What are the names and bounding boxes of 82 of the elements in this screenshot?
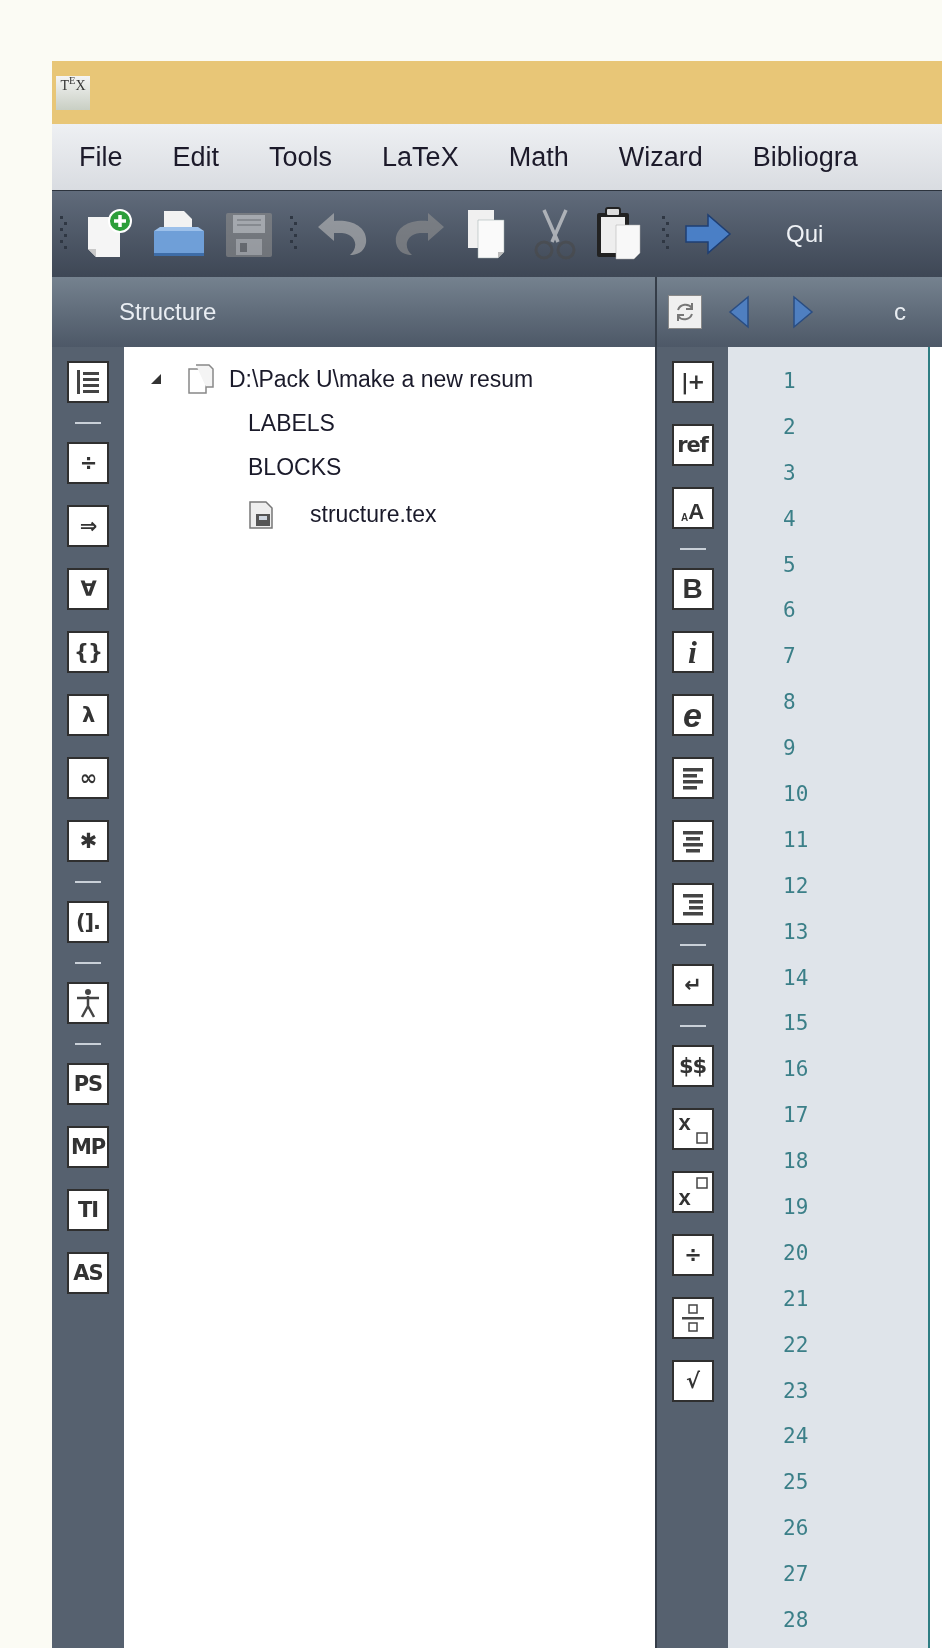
symbol-button[interactable]: PS — [67, 1063, 109, 1105]
symbol-button[interactable]: ∞ — [67, 757, 109, 799]
line-number: 25 — [783, 1469, 810, 1497]
fraction-button[interactable] — [671, 1297, 714, 1339]
align-button[interactable] — [671, 757, 714, 799]
line-number: 5 — [783, 551, 797, 579]
menu-item[interactable]: Math — [508, 136, 569, 178]
line-number: 12 — [783, 872, 810, 900]
line-number: 20 — [783, 1239, 810, 1267]
superscript-button[interactable]: x — [671, 1171, 714, 1213]
line-number: 1 — [783, 368, 797, 395]
refresh-button[interactable] — [668, 295, 702, 329]
line-number: 19 — [783, 1194, 810, 1222]
symbol-button[interactable]: ⇒ — [67, 505, 109, 547]
symbol-button[interactable]: $$ — [671, 1045, 714, 1087]
subscript-button[interactable]: x — [671, 1108, 714, 1150]
list-button[interactable] — [67, 361, 109, 403]
symbol-button[interactable]: ref — [671, 424, 714, 466]
menu-item[interactable]: Edit — [172, 136, 220, 178]
symbol-button[interactable]: MP — [67, 1126, 109, 1168]
align-button[interactable] — [671, 820, 714, 862]
symbol-button[interactable]: |+ — [671, 361, 714, 403]
line-number: 27 — [783, 1561, 810, 1589]
menu-item[interactable]: Tools — [269, 136, 333, 178]
symbol-button[interactable]: {} — [67, 631, 109, 673]
line-number: 15 — [783, 1010, 810, 1038]
file-icon — [248, 498, 276, 530]
line-number: 9 — [783, 735, 797, 763]
line-number: 4 — [783, 505, 797, 533]
documents-icon — [186, 363, 216, 395]
line-number: 7 — [783, 643, 797, 671]
italic-button[interactable]: i — [671, 631, 714, 673]
font-size-button[interactable]: AA — [671, 487, 714, 529]
line-number: 26 — [783, 1515, 810, 1543]
line-number: 23 — [783, 1377, 810, 1405]
line-number: 18 — [783, 1148, 810, 1176]
list-icon — [74, 368, 102, 396]
menu-item[interactable]: File — [79, 136, 123, 178]
symbol-button[interactable]: ÷ — [67, 442, 109, 484]
symbol-button[interactable]: ↵ — [671, 964, 714, 1006]
tree-item[interactable]: LABELS — [248, 405, 335, 441]
symbol-button[interactable]: (]. — [67, 901, 109, 943]
symbol-button[interactable]: TI — [67, 1189, 109, 1231]
line-number: 24 — [783, 1423, 810, 1451]
quick-build-label: Qui — [786, 219, 824, 249]
symbol-button[interactable]: √ — [671, 1360, 714, 1402]
symbol-button[interactable]: AS — [67, 1252, 109, 1294]
editor-tab-label[interactable]: c — [894, 294, 906, 330]
menu-item[interactable]: Wizard — [618, 136, 703, 178]
line-number: 2 — [783, 413, 797, 441]
line-number: 3 — [783, 459, 797, 487]
tree-item[interactable]: D:\Pack U\make a new resum — [229, 361, 534, 397]
emphasis-button[interactable]: e — [671, 694, 714, 736]
line-number: 10 — [783, 781, 810, 808]
symbol-button[interactable]: ÷ — [671, 1234, 714, 1276]
person-icon — [75, 988, 101, 1018]
line-number: 17 — [783, 1102, 810, 1130]
panel-title: Structure — [119, 297, 217, 327]
placeholder-box-icon — [695, 1177, 708, 1189]
line-number: 28 — [783, 1607, 810, 1635]
line-number: 21 — [783, 1285, 810, 1313]
tree-item[interactable]: BLOCKS — [248, 449, 342, 485]
line-number: 14 — [783, 964, 810, 992]
line-number: 16 — [783, 1056, 810, 1084]
line-number: 22 — [783, 1331, 810, 1359]
menu-item[interactable]: LaTeX — [382, 136, 459, 178]
bold-button[interactable]: B — [671, 568, 714, 610]
right-arrow-icon — [684, 212, 732, 256]
quick-build-button[interactable] — [684, 212, 732, 256]
symbol-button[interactable]: λ — [67, 694, 109, 736]
accessibility-button[interactable] — [67, 982, 109, 1024]
align-button[interactable] — [671, 883, 714, 925]
placeholder-box-icon — [695, 1132, 708, 1144]
line-number: 6 — [783, 597, 797, 625]
expanded-arrow-icon[interactable] — [150, 373, 162, 385]
symbol-button[interactable]: ✱ — [67, 820, 109, 862]
line-number: 13 — [783, 918, 810, 946]
line-number: 11 — [783, 826, 810, 854]
menu-item[interactable]: Bibliogra — [752, 136, 858, 178]
line-number: 8 — [783, 689, 797, 717]
symbol-button[interactable]: ∀ — [67, 568, 109, 610]
tree-item[interactable]: structure.tex — [310, 496, 437, 532]
